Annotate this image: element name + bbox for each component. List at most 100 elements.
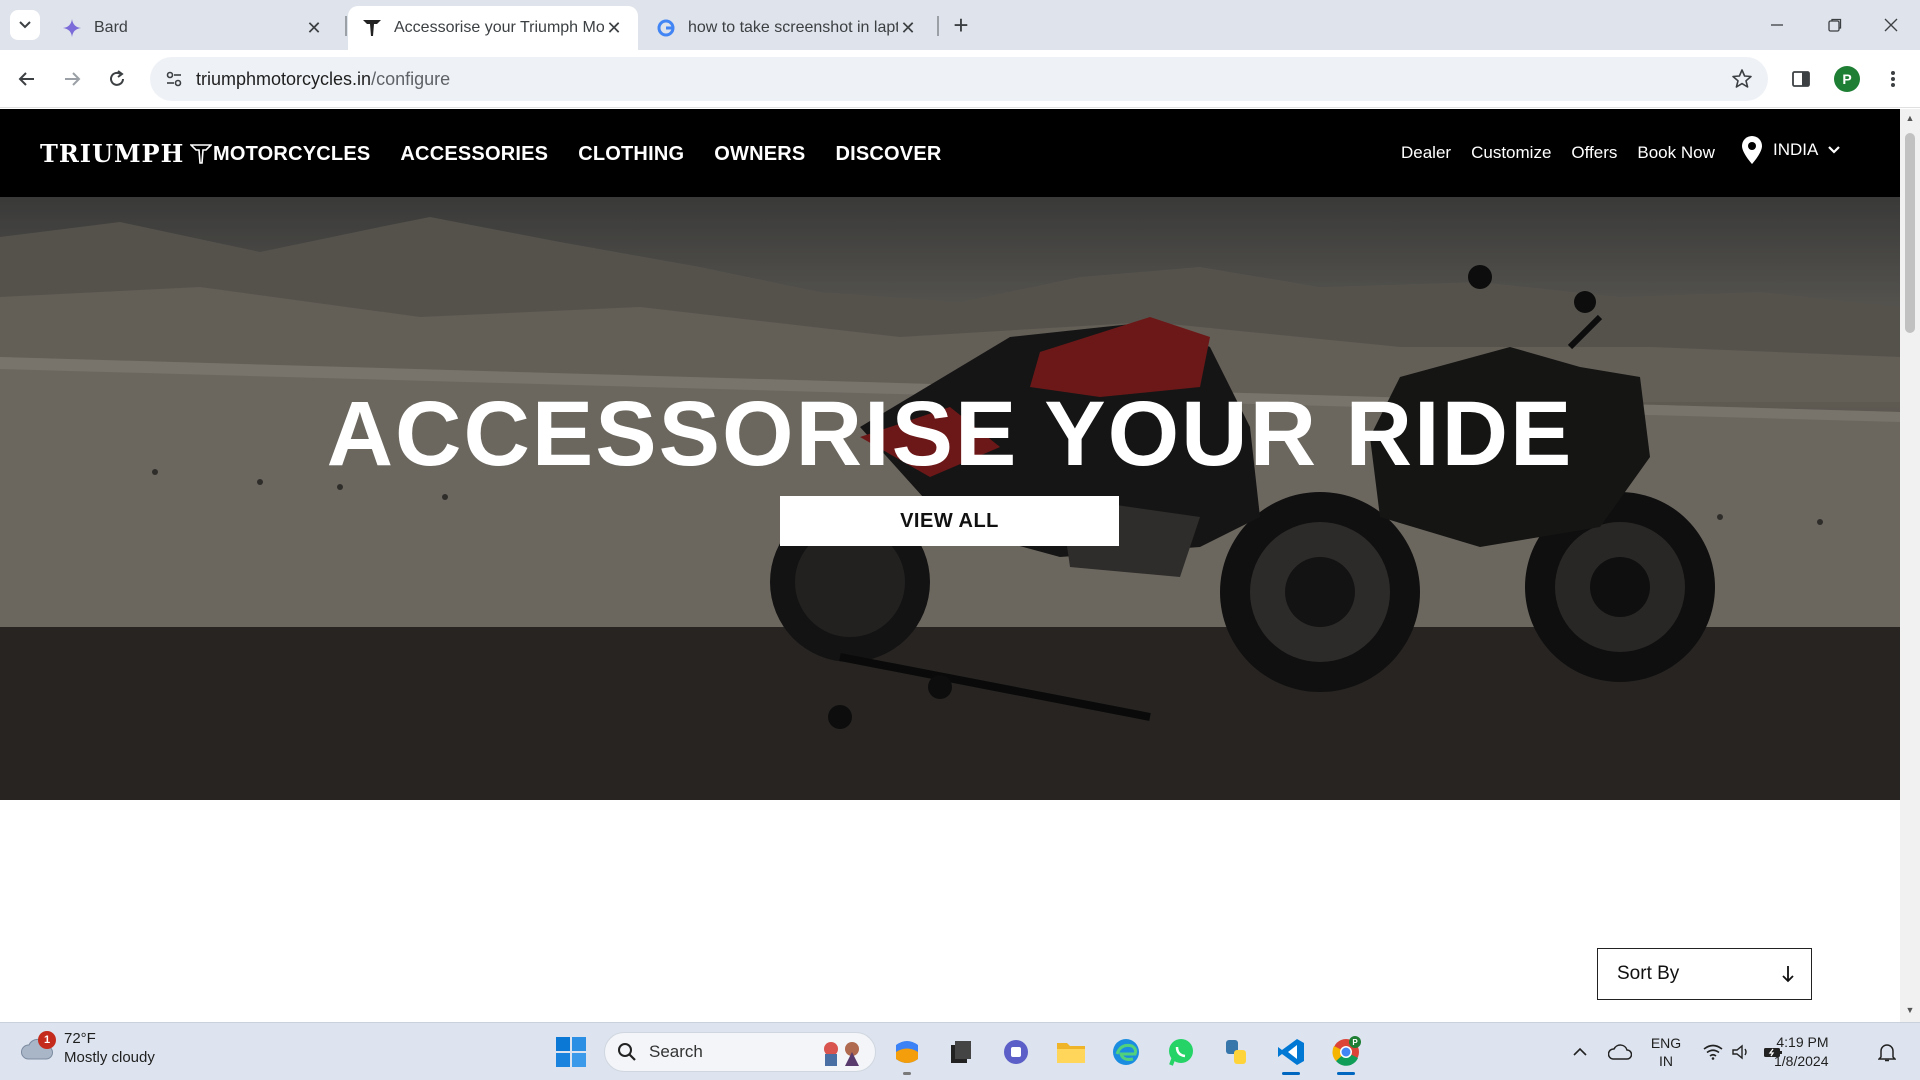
forward-button[interactable] — [55, 62, 89, 96]
start-button[interactable] — [554, 1035, 588, 1069]
scroll-down-arrow-icon[interactable]: ▼ — [1904, 1005, 1916, 1017]
taskbar-app-python[interactable] — [1217, 1033, 1255, 1071]
restore-icon — [1828, 18, 1842, 32]
region-selector[interactable]: INDIA — [1741, 135, 1841, 165]
kebab-menu-icon — [1891, 71, 1895, 87]
arrow-right-icon — [65, 72, 81, 86]
close-tab-icon[interactable]: ✕ — [604, 18, 624, 38]
weather-condition: Mostly cloudy — [64, 1049, 155, 1066]
chevron-up-icon — [1573, 1047, 1587, 1056]
browser-toolbar: triumphmotorcycles.in/configure P — [0, 50, 1920, 108]
bookmark-star-icon[interactable] — [1730, 67, 1754, 91]
site-info-icon[interactable] — [160, 65, 188, 93]
language-line2: IN — [1659, 1053, 1673, 1069]
tab-separator — [937, 16, 939, 36]
scroll-up-arrow-icon[interactable]: ▲ — [1904, 113, 1916, 125]
taskbar-app-explorer[interactable] — [1052, 1033, 1090, 1071]
show-hidden-icons-button[interactable] — [1566, 1023, 1594, 1080]
page-viewport: TRIUMPH MOTORCYCLES ACCESSORIES CLOTHING… — [0, 109, 1920, 1022]
arrow-left-icon — [18, 72, 34, 86]
vscode-icon — [1278, 1039, 1304, 1065]
nav-discover[interactable]: DISCOVER — [835, 143, 941, 166]
hero-title: ACCESSORISE YOUR RIDE — [326, 383, 1574, 485]
close-window-button[interactable] — [1862, 0, 1920, 50]
tab-title: Accessorise your Triumph Moto — [394, 19, 604, 36]
search-label: Search — [649, 1042, 703, 1061]
reload-button[interactable] — [100, 62, 134, 96]
volume-status[interactable] — [1728, 1023, 1754, 1080]
taskbar-app-teams[interactable] — [997, 1033, 1035, 1071]
taskbar-search[interactable]: Search — [604, 1032, 876, 1072]
side-panel-button[interactable] — [1784, 62, 1818, 96]
chrome-icon: P — [1332, 1036, 1361, 1066]
hero-banner: ACCESSORISE YOUR RIDE VIEW ALL — [0, 197, 1900, 800]
bell-icon — [1878, 1044, 1896, 1062]
tab-separator — [345, 16, 347, 36]
language-indicator[interactable]: ENG IN — [1648, 1023, 1684, 1080]
sort-by-label: Sort By — [1617, 963, 1680, 984]
windows-logo-icon — [556, 1037, 586, 1067]
utility-nav: Dealer Customize Offers Book Now — [1401, 143, 1715, 163]
system-clock[interactable]: 4:19 PM 1/8/2024 — [1774, 1033, 1829, 1071]
nav-owners[interactable]: OWNERS — [714, 143, 805, 166]
bard-sparkle-icon — [62, 18, 82, 38]
tab-google-search[interactable]: how to take screenshot in lapto ✕ — [642, 6, 932, 50]
triumph-logo-icon — [362, 18, 382, 38]
back-button[interactable] — [10, 62, 44, 96]
nav-motorcycles[interactable]: MOTORCYCLES — [213, 143, 370, 166]
language-line1: ENG — [1650, 1035, 1682, 1051]
close-tab-icon[interactable]: ✕ — [898, 18, 918, 38]
google-g-icon — [656, 18, 676, 38]
notification-badge: 1 — [38, 1031, 56, 1049]
nav-customize[interactable]: Customize — [1471, 143, 1551, 163]
view-all-button[interactable]: VIEW ALL — [780, 496, 1119, 546]
python-icon — [1226, 1040, 1246, 1064]
url-text: triumphmotorcycles.in/configure — [196, 69, 450, 90]
close-icon — [1884, 18, 1898, 32]
scrollbar-thumb[interactable] — [1905, 133, 1915, 333]
minimize-icon — [1771, 24, 1783, 26]
taskbar-app-whatsapp[interactable] — [1162, 1033, 1200, 1071]
speaker-icon — [1732, 1044, 1747, 1060]
tab-title: how to take screenshot in lapto — [688, 19, 898, 36]
avatar: P — [1834, 66, 1860, 92]
taskbar-app-edge[interactable] — [1107, 1033, 1145, 1071]
arrow-down-icon — [1782, 966, 1794, 983]
edge-icon — [1113, 1039, 1139, 1065]
address-bar[interactable]: triumphmotorcycles.in/configure — [150, 57, 1768, 101]
restore-button[interactable] — [1806, 0, 1864, 50]
side-panel-icon — [1792, 71, 1810, 87]
weather-temp: 72°F — [64, 1030, 96, 1047]
minimize-button[interactable] — [1748, 0, 1806, 50]
tab-search-button[interactable] — [10, 10, 40, 40]
taskbar-app-files[interactable] — [941, 1033, 979, 1071]
taskbar-app-vscode[interactable] — [1272, 1033, 1310, 1075]
nav-book-now[interactable]: Book Now — [1637, 143, 1714, 163]
nav-clothing[interactable]: CLOTHING — [578, 143, 684, 166]
wifi-status[interactable] — [1700, 1023, 1726, 1080]
sort-by-dropdown[interactable]: Sort By — [1597, 948, 1812, 1000]
close-tab-icon[interactable]: ✕ — [304, 18, 324, 38]
profile-button[interactable]: P — [1830, 62, 1864, 96]
nav-accessories[interactable]: ACCESSORIES — [400, 143, 548, 166]
browser-tab-strip: Bard ✕ Accessorise your Triumph Moto ✕ h… — [0, 0, 1920, 50]
triumph-logo[interactable]: TRIUMPH — [40, 139, 213, 168]
page-scrollbar[interactable]: ▲ ▼ — [1900, 109, 1920, 1022]
tab-bard[interactable]: Bard ✕ — [48, 6, 338, 50]
clock-time: 4:19 PM — [1776, 1034, 1829, 1050]
tab-triumph[interactable]: Accessorise your Triumph Moto ✕ — [348, 6, 638, 50]
new-tab-button[interactable]: + — [946, 10, 976, 40]
nav-offers[interactable]: Offers — [1571, 143, 1617, 163]
taskbar-app-chrome[interactable]: P — [1327, 1033, 1365, 1075]
notifications-button[interactable] — [1872, 1023, 1902, 1080]
chevron-down-icon — [1828, 146, 1841, 154]
chrome-menu-button[interactable] — [1876, 62, 1910, 96]
nav-dealer[interactable]: Dealer — [1401, 143, 1451, 163]
weather-widget[interactable]: 1 72°F Mostly cloudy — [20, 1029, 155, 1067]
teams-icon — [1004, 1040, 1028, 1064]
taskbar-app-copilot[interactable] — [888, 1033, 926, 1075]
url-host: triumphmotorcycles.in — [196, 69, 372, 89]
wifi-icon — [1703, 1044, 1723, 1060]
clock-date: 1/8/2024 — [1774, 1053, 1829, 1069]
onedrive-button[interactable] — [1604, 1023, 1636, 1080]
